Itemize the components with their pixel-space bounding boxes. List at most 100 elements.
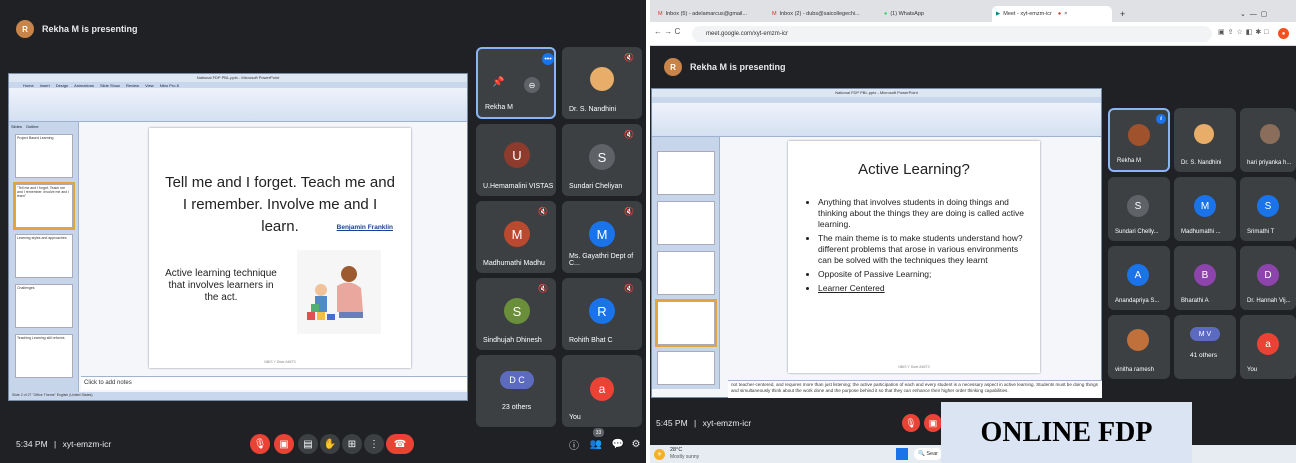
- camera-toggle-icon[interactable]: ▣: [274, 434, 294, 454]
- raise-hand-icon[interactable]: ✋: [320, 434, 340, 454]
- browser-tab-active[interactable]: ▶ Meet - xyt-emzm-icr ● ×: [992, 6, 1112, 22]
- participant-tile[interactable]: A Anandapriya S...: [1108, 246, 1170, 310]
- participant-tile[interactable]: hari priyanka h...: [1240, 108, 1296, 172]
- participant-name: Sundari Chelly...: [1115, 229, 1159, 235]
- participant-name: U.Hemamalini VISTAS: [483, 183, 554, 190]
- online-fdp-banner: ONLINE FDP: [941, 402, 1192, 463]
- participant-name: hari priyanka h...: [1247, 160, 1292, 166]
- mic-toggle-icon[interactable]: 🎙: [902, 414, 920, 432]
- participant-initial: A: [1127, 264, 1149, 286]
- participant-tile[interactable]: M Madhumathi ...: [1174, 177, 1236, 241]
- others-tile[interactable]: D C 23 others: [476, 355, 556, 427]
- ribbon-tab[interactable]: Slide Show: [100, 83, 120, 88]
- participant-tile[interactable]: 🔇 M Madhumathi Madhu: [476, 201, 556, 273]
- more-options-icon[interactable]: •••: [542, 53, 554, 65]
- notes-pane[interactable]: not teacher-centered, and requires more …: [728, 380, 1102, 398]
- slide-thumbnail[interactable]: Teaching Learning still reforms: [15, 334, 73, 378]
- ribbon-tab[interactable]: Nitro Pro 8: [160, 83, 179, 88]
- ribbon-tab[interactable]: Home: [23, 83, 34, 88]
- captions-icon[interactable]: ▤: [298, 434, 318, 454]
- chat-icon[interactable]: 💬: [610, 436, 626, 452]
- presenter-avatar: R: [664, 58, 682, 76]
- participant-tile[interactable]: ••• 📌 ⊖ Rekha M: [476, 47, 556, 119]
- self-tile[interactable]: a You: [562, 355, 642, 427]
- mute-icon[interactable]: ⊖: [524, 77, 540, 93]
- ribbon-tab[interactable]: Design: [56, 83, 68, 88]
- slide-thumbnail[interactable]: Project Based Learning: [15, 134, 73, 178]
- ribbon-tab[interactable]: Review: [126, 83, 139, 88]
- participant-tile[interactable]: 🔇 R Rohith Bhat C: [562, 278, 642, 350]
- more-options-icon[interactable]: ⋮: [364, 434, 384, 454]
- participant-tile[interactable]: S Srimathi T: [1240, 177, 1296, 241]
- meeting-code: xyt-emzm-icr: [702, 418, 752, 428]
- slide-thumbnail[interactable]: Learning styles and approaches: [15, 234, 73, 278]
- url-field[interactable]: meet.google.com/xyt-emzm-icr: [692, 26, 1212, 42]
- mic-off-icon: 🔇: [624, 207, 634, 216]
- slide-thumbnail[interactable]: [657, 351, 715, 385]
- info-icon[interactable]: ⓘ: [566, 436, 582, 452]
- presenter-avatar: R: [16, 20, 34, 38]
- camera-toggle-icon[interactable]: ▣: [924, 414, 942, 432]
- participant-initial: S: [504, 298, 530, 324]
- participant-tile[interactable]: 🔇 M Ms. Gayathri Dept of C...: [562, 201, 642, 273]
- pane-divider: [646, 0, 650, 463]
- search-box[interactable]: 🔍 Sear: [914, 448, 942, 460]
- slide-thumbnail[interactable]: Challenges: [15, 284, 73, 328]
- notes-pane[interactable]: Click to add notes: [81, 376, 467, 390]
- participant-tile[interactable]: 🔇 S Sindhujah Dhinesh: [476, 278, 556, 350]
- participant-tile[interactable]: Dr. S. Nandhini: [1174, 108, 1236, 172]
- recording-icon: ●: [1057, 11, 1062, 17]
- slide-thumbnail[interactable]: "Tell me and I forget. Teach me and I re…: [13, 182, 75, 230]
- participant-tile[interactable]: U U.Hemamalini VISTAS: [476, 124, 556, 196]
- participant-tile[interactable]: vinitha ramesh: [1108, 315, 1170, 379]
- extension-icons[interactable]: ▣⇪☆◧✱□: [1218, 28, 1271, 36]
- windows-start-icon[interactable]: [896, 448, 908, 460]
- ribbon: [652, 103, 1101, 137]
- slide-thumbnail[interactable]: [657, 151, 715, 195]
- outline-tab[interactable]: Outline: [26, 124, 39, 129]
- slide-thumbnail[interactable]: [657, 201, 715, 245]
- participant-tile[interactable]: 🔇 Dr. S. Nandhini: [562, 47, 642, 119]
- participant-tile[interactable]: S Sundari Chelly...: [1108, 177, 1170, 241]
- participant-initial: D: [1257, 264, 1279, 286]
- address-bar: ← → C meet.google.com/xyt-emzm-icr ▣⇪☆◧✱…: [648, 22, 1296, 46]
- participant-name: Rekha M: [1117, 158, 1142, 164]
- participant-name: Sundari Cheliyan: [569, 183, 623, 190]
- shared-screen[interactable]: National FDP PBL.pptx - Microsoft PowerP…: [8, 73, 468, 401]
- others-tile[interactable]: M V 41 others: [1174, 315, 1236, 379]
- slide-thumbnail[interactable]: [657, 251, 715, 295]
- participant-name: Dr. Hannah Vij...: [1247, 298, 1291, 304]
- window-controls[interactable]: ⌄ — ▢: [1236, 6, 1292, 22]
- screen: R Rekha M is presenting National FDP PBL…: [0, 0, 1296, 463]
- nav-icons[interactable]: ← → C: [654, 27, 680, 36]
- self-tile[interactable]: a You: [1240, 315, 1296, 379]
- pin-icon[interactable]: 📌: [492, 77, 504, 88]
- participant-tile[interactable]: B Bharathi A: [1174, 246, 1236, 310]
- self-name: You: [1247, 367, 1258, 373]
- close-tab-icon[interactable]: ×: [1064, 11, 1067, 17]
- participant-initial: S: [1127, 195, 1149, 217]
- ribbon-tab[interactable]: Animations: [74, 83, 94, 88]
- participant-photo: [1127, 329, 1149, 351]
- tab-title: (1) WhatsApp: [890, 11, 924, 17]
- participant-tile[interactable]: 🔇 S Sundari Cheliyan: [562, 124, 642, 196]
- ribbon-tab[interactable]: Insert: [40, 83, 50, 88]
- browser-tab[interactable]: ● (1) WhatsApp: [880, 6, 990, 22]
- activities-icon[interactable]: ⚙: [628, 436, 644, 452]
- ppt-title: National FDP PBL.pptx - Microsoft PowerP…: [9, 74, 467, 82]
- browser-tab[interactable]: M Inbox (2) - dubs@saicollegechi...: [768, 6, 878, 22]
- people-icon[interactable]: 👥: [588, 436, 604, 452]
- profile-avatar[interactable]: ●: [1278, 28, 1289, 39]
- participant-tile[interactable]: D Dr. Hannah Vij...: [1240, 246, 1296, 310]
- shared-screen[interactable]: National FDP PBL.pptx - Microsoft PowerP…: [651, 88, 1102, 398]
- weather-desc: Mostly sunny: [670, 454, 700, 460]
- mic-toggle-icon[interactable]: 🎙: [250, 434, 270, 454]
- browser-tab[interactable]: M Inbox (5) - adelamarcus@gmail...: [654, 6, 766, 22]
- participant-tile[interactable]: ıl Rekha M: [1108, 108, 1170, 172]
- slide-thumbnail[interactable]: [655, 299, 717, 347]
- end-call-icon[interactable]: ☎: [386, 434, 414, 454]
- slides-tab[interactable]: Slides: [11, 124, 22, 129]
- present-icon[interactable]: ⊞: [342, 434, 362, 454]
- new-tab-icon[interactable]: +: [1116, 6, 1130, 22]
- ribbon-tab[interactable]: View: [145, 83, 154, 88]
